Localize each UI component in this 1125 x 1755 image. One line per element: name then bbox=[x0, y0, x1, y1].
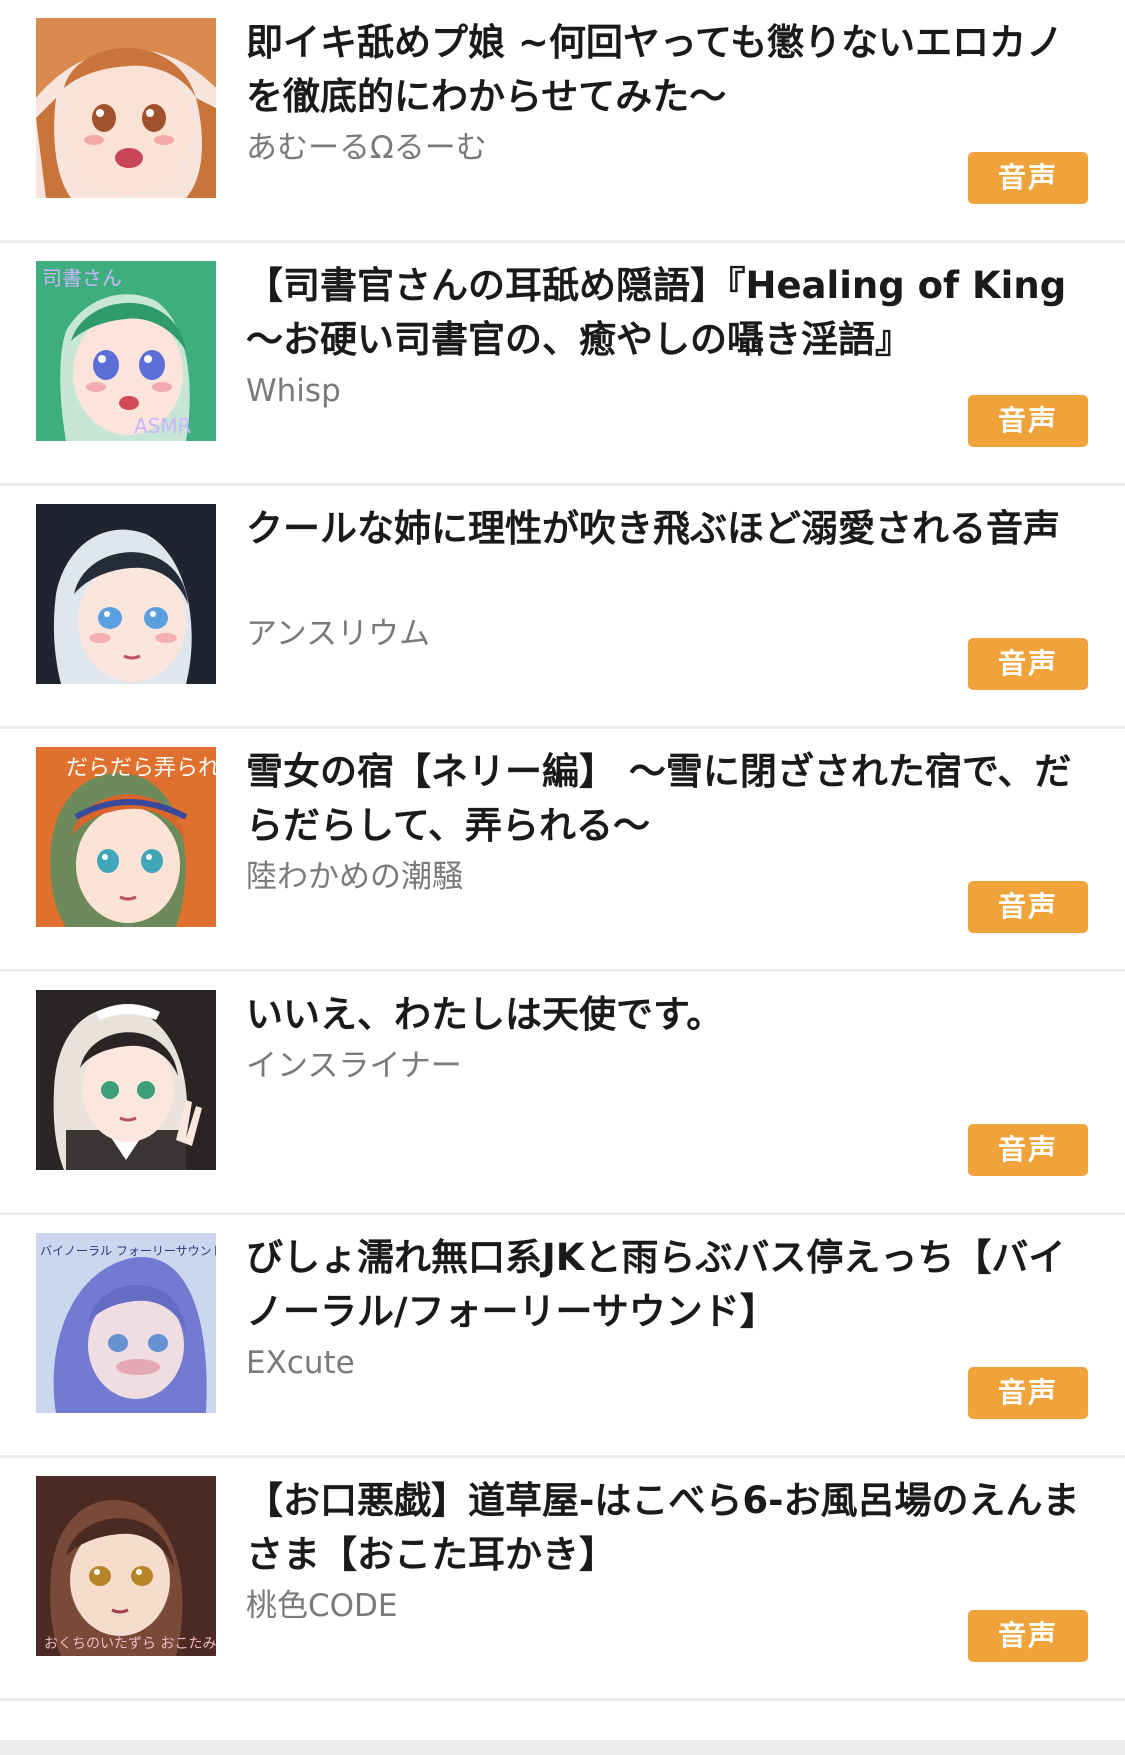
anime-girl-cover-art-icon: だらだら弄られ bbox=[36, 747, 216, 927]
list-item[interactable]: クールな姉に理性が吹き飛ぶほど溺愛される音声 アンスリウム 音声 bbox=[0, 486, 1125, 729]
thumb-label: おくちのいたずら おこたみみかき bbox=[44, 1636, 216, 1652]
work-title[interactable]: 【司書官さんの耳舐め隠語】『Healing of King～お硬い司書官の、癒や… bbox=[246, 259, 1086, 367]
circle-name[interactable]: アンスリウム bbox=[246, 614, 430, 654]
category-badge: 音声 bbox=[968, 152, 1088, 204]
work-title[interactable]: 即イキ舐めプ娘 ~何回ヤっても懲りないエロカノを徹底的にわからせてみた〜 bbox=[246, 16, 1086, 124]
anime-girl-cover-art-icon: 司書さん ASMR bbox=[36, 261, 216, 441]
work-thumbnail[interactable]: だらだら弄られ bbox=[36, 747, 216, 927]
category-badge: 音声 bbox=[968, 1367, 1088, 1419]
list-item[interactable]: 司書さん ASMR 【司書官さんの耳舐め隠語】『Healing of King～… bbox=[0, 243, 1125, 486]
work-title[interactable]: 【お口悪戯】道草屋-はこべら6-お風呂場のえんまさま【おこた耳かき】 bbox=[246, 1474, 1086, 1582]
thumb-label: 司書さん bbox=[42, 266, 122, 290]
work-title[interactable]: いいえ、わたしは天使です。 bbox=[246, 988, 1086, 1042]
work-thumbnail[interactable]: バイノーラル フォーリーサウンド bbox=[36, 1233, 216, 1413]
work-thumbnail[interactable] bbox=[36, 504, 216, 684]
category-badge: 音声 bbox=[968, 638, 1088, 690]
work-list: 即イキ舐めプ娘 ~何回ヤっても懲りないエロカノを徹底的にわからせてみた〜 あむー… bbox=[0, 0, 1125, 1701]
bottom-divider bbox=[0, 1740, 1125, 1755]
circle-name[interactable]: EXcute bbox=[246, 1343, 355, 1383]
work-thumbnail[interactable]: 司書さん ASMR bbox=[36, 261, 216, 441]
anime-girl-cover-art-icon bbox=[36, 990, 216, 1170]
circle-name[interactable]: 陸わかめの潮騒 bbox=[246, 857, 463, 897]
circle-name[interactable]: インスライナー bbox=[246, 1046, 462, 1086]
category-badge: 音声 bbox=[968, 1124, 1088, 1176]
category-badge: 音声 bbox=[968, 395, 1088, 447]
anime-girl-cover-art-icon bbox=[36, 504, 216, 684]
circle-name[interactable]: 桃色CODE bbox=[246, 1586, 398, 1626]
anime-girl-cover-art-icon: バイノーラル フォーリーサウンド bbox=[36, 1233, 216, 1413]
work-title[interactable]: クールな姉に理性が吹き飛ぶほど溺愛される音声 bbox=[246, 502, 1086, 556]
list-item[interactable]: だらだら弄られ 雪女の宿【ネリー編】 ～雪に閉ざされた宿で、だらだらして、弄られ… bbox=[0, 729, 1125, 972]
list-item[interactable]: バイノーラル フォーリーサウンド びしょ濡れ無口系JKと雨らぶバス停えっち【バイ… bbox=[0, 1215, 1125, 1458]
thumb-label: バイノーラル フォーリーサウンド bbox=[40, 1244, 216, 1258]
anime-girl-cover-art-icon: おくちのいたずら おこたみみかき bbox=[36, 1476, 216, 1656]
category-badge: 音声 bbox=[968, 1610, 1088, 1662]
thumb-label-asmr: ASMR bbox=[134, 414, 192, 438]
work-thumbnail[interactable]: おくちのいたずら おこたみみかき bbox=[36, 1476, 216, 1656]
work-thumbnail[interactable] bbox=[36, 990, 216, 1170]
category-badge: 音声 bbox=[968, 881, 1088, 933]
list-item[interactable]: おくちのいたずら おこたみみかき 【お口悪戯】道草屋-はこべら6-お風呂場のえん… bbox=[0, 1458, 1125, 1701]
circle-name[interactable]: あむーるΩるーむ bbox=[246, 128, 487, 168]
work-title[interactable]: 雪女の宿【ネリー編】 ～雪に閉ざされた宿で、だらだらして、弄られる～ bbox=[246, 745, 1086, 853]
thumb-label: だらだら弄られ bbox=[66, 756, 216, 781]
work-thumbnail[interactable] bbox=[36, 18, 216, 198]
list-item[interactable]: 即イキ舐めプ娘 ~何回ヤっても懲りないエロカノを徹底的にわからせてみた〜 あむー… bbox=[0, 0, 1125, 243]
list-item[interactable]: いいえ、わたしは天使です。 インスライナー 音声 bbox=[0, 972, 1125, 1215]
work-title[interactable]: びしょ濡れ無口系JKと雨らぶバス停えっち【バイノーラル/フォーリーサウンド】 bbox=[246, 1231, 1086, 1339]
circle-name[interactable]: Whisp bbox=[246, 371, 341, 411]
anime-girl-cover-art-icon bbox=[36, 18, 216, 198]
